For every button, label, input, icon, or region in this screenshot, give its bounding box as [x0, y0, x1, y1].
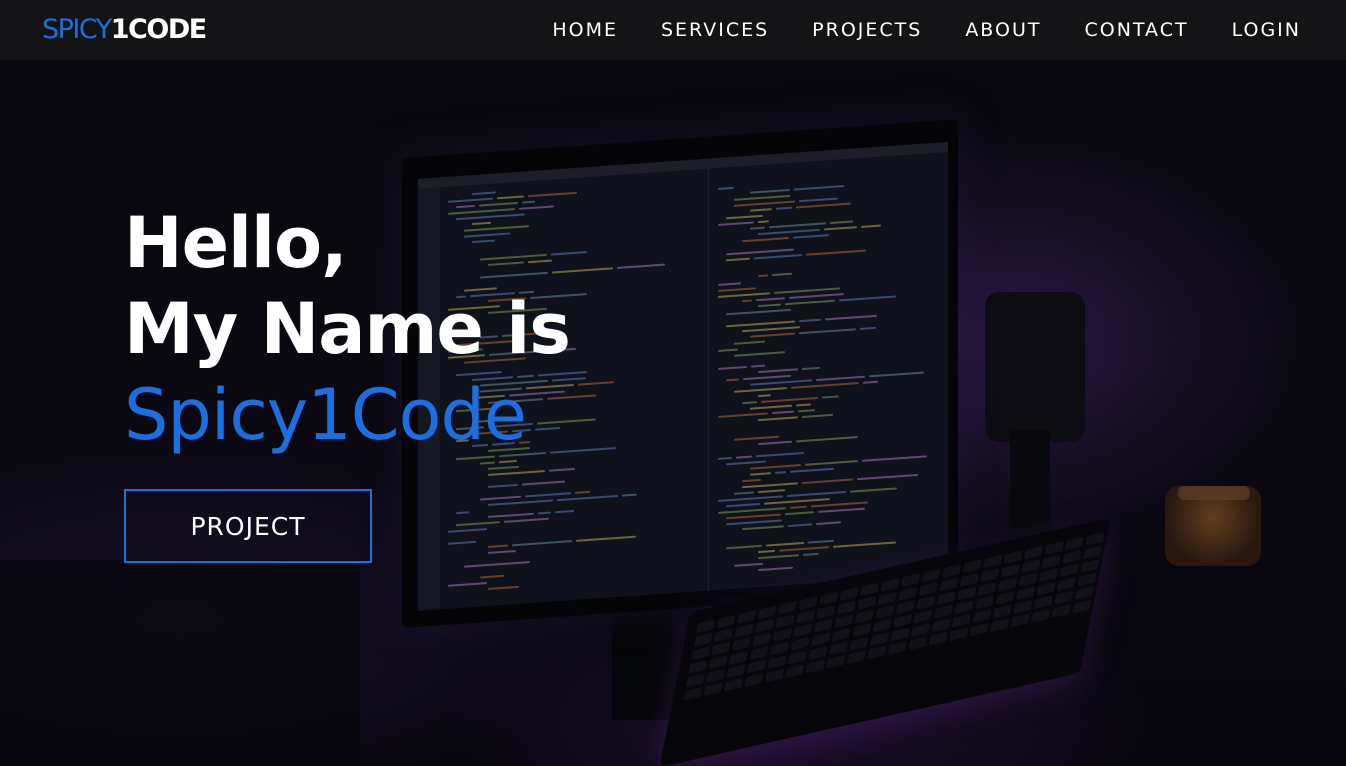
nav-link-home[interactable]: HOME: [552, 19, 618, 41]
brand-logo-accent: SPICY: [42, 14, 112, 45]
hero-section: Hello, My Name is Spicy1Code PROJECT: [124, 200, 571, 563]
hero-name: Spicy1Code: [124, 374, 527, 456]
nav-link-about[interactable]: ABOUT: [965, 19, 1041, 41]
brand-logo[interactable]: SPICY1CODE: [42, 13, 207, 47]
nav-link-login[interactable]: LOGIN: [1232, 19, 1301, 41]
hero-intro: My Name is: [124, 288, 571, 370]
nav-link-projects[interactable]: PROJECTS: [812, 19, 922, 41]
project-button[interactable]: PROJECT: [124, 489, 372, 563]
hero-greeting: Hello,: [124, 202, 348, 284]
brand-logo-main: 1CODE: [110, 14, 207, 45]
navbar: SPICY1CODE HOME SERVICES PROJECTS ABOUT …: [0, 0, 1346, 60]
nav-links: HOME SERVICES PROJECTS ABOUT CONTACT LOG…: [509, 0, 1301, 60]
nav-link-contact[interactable]: CONTACT: [1084, 19, 1188, 41]
nav-link-services[interactable]: SERVICES: [661, 19, 769, 41]
